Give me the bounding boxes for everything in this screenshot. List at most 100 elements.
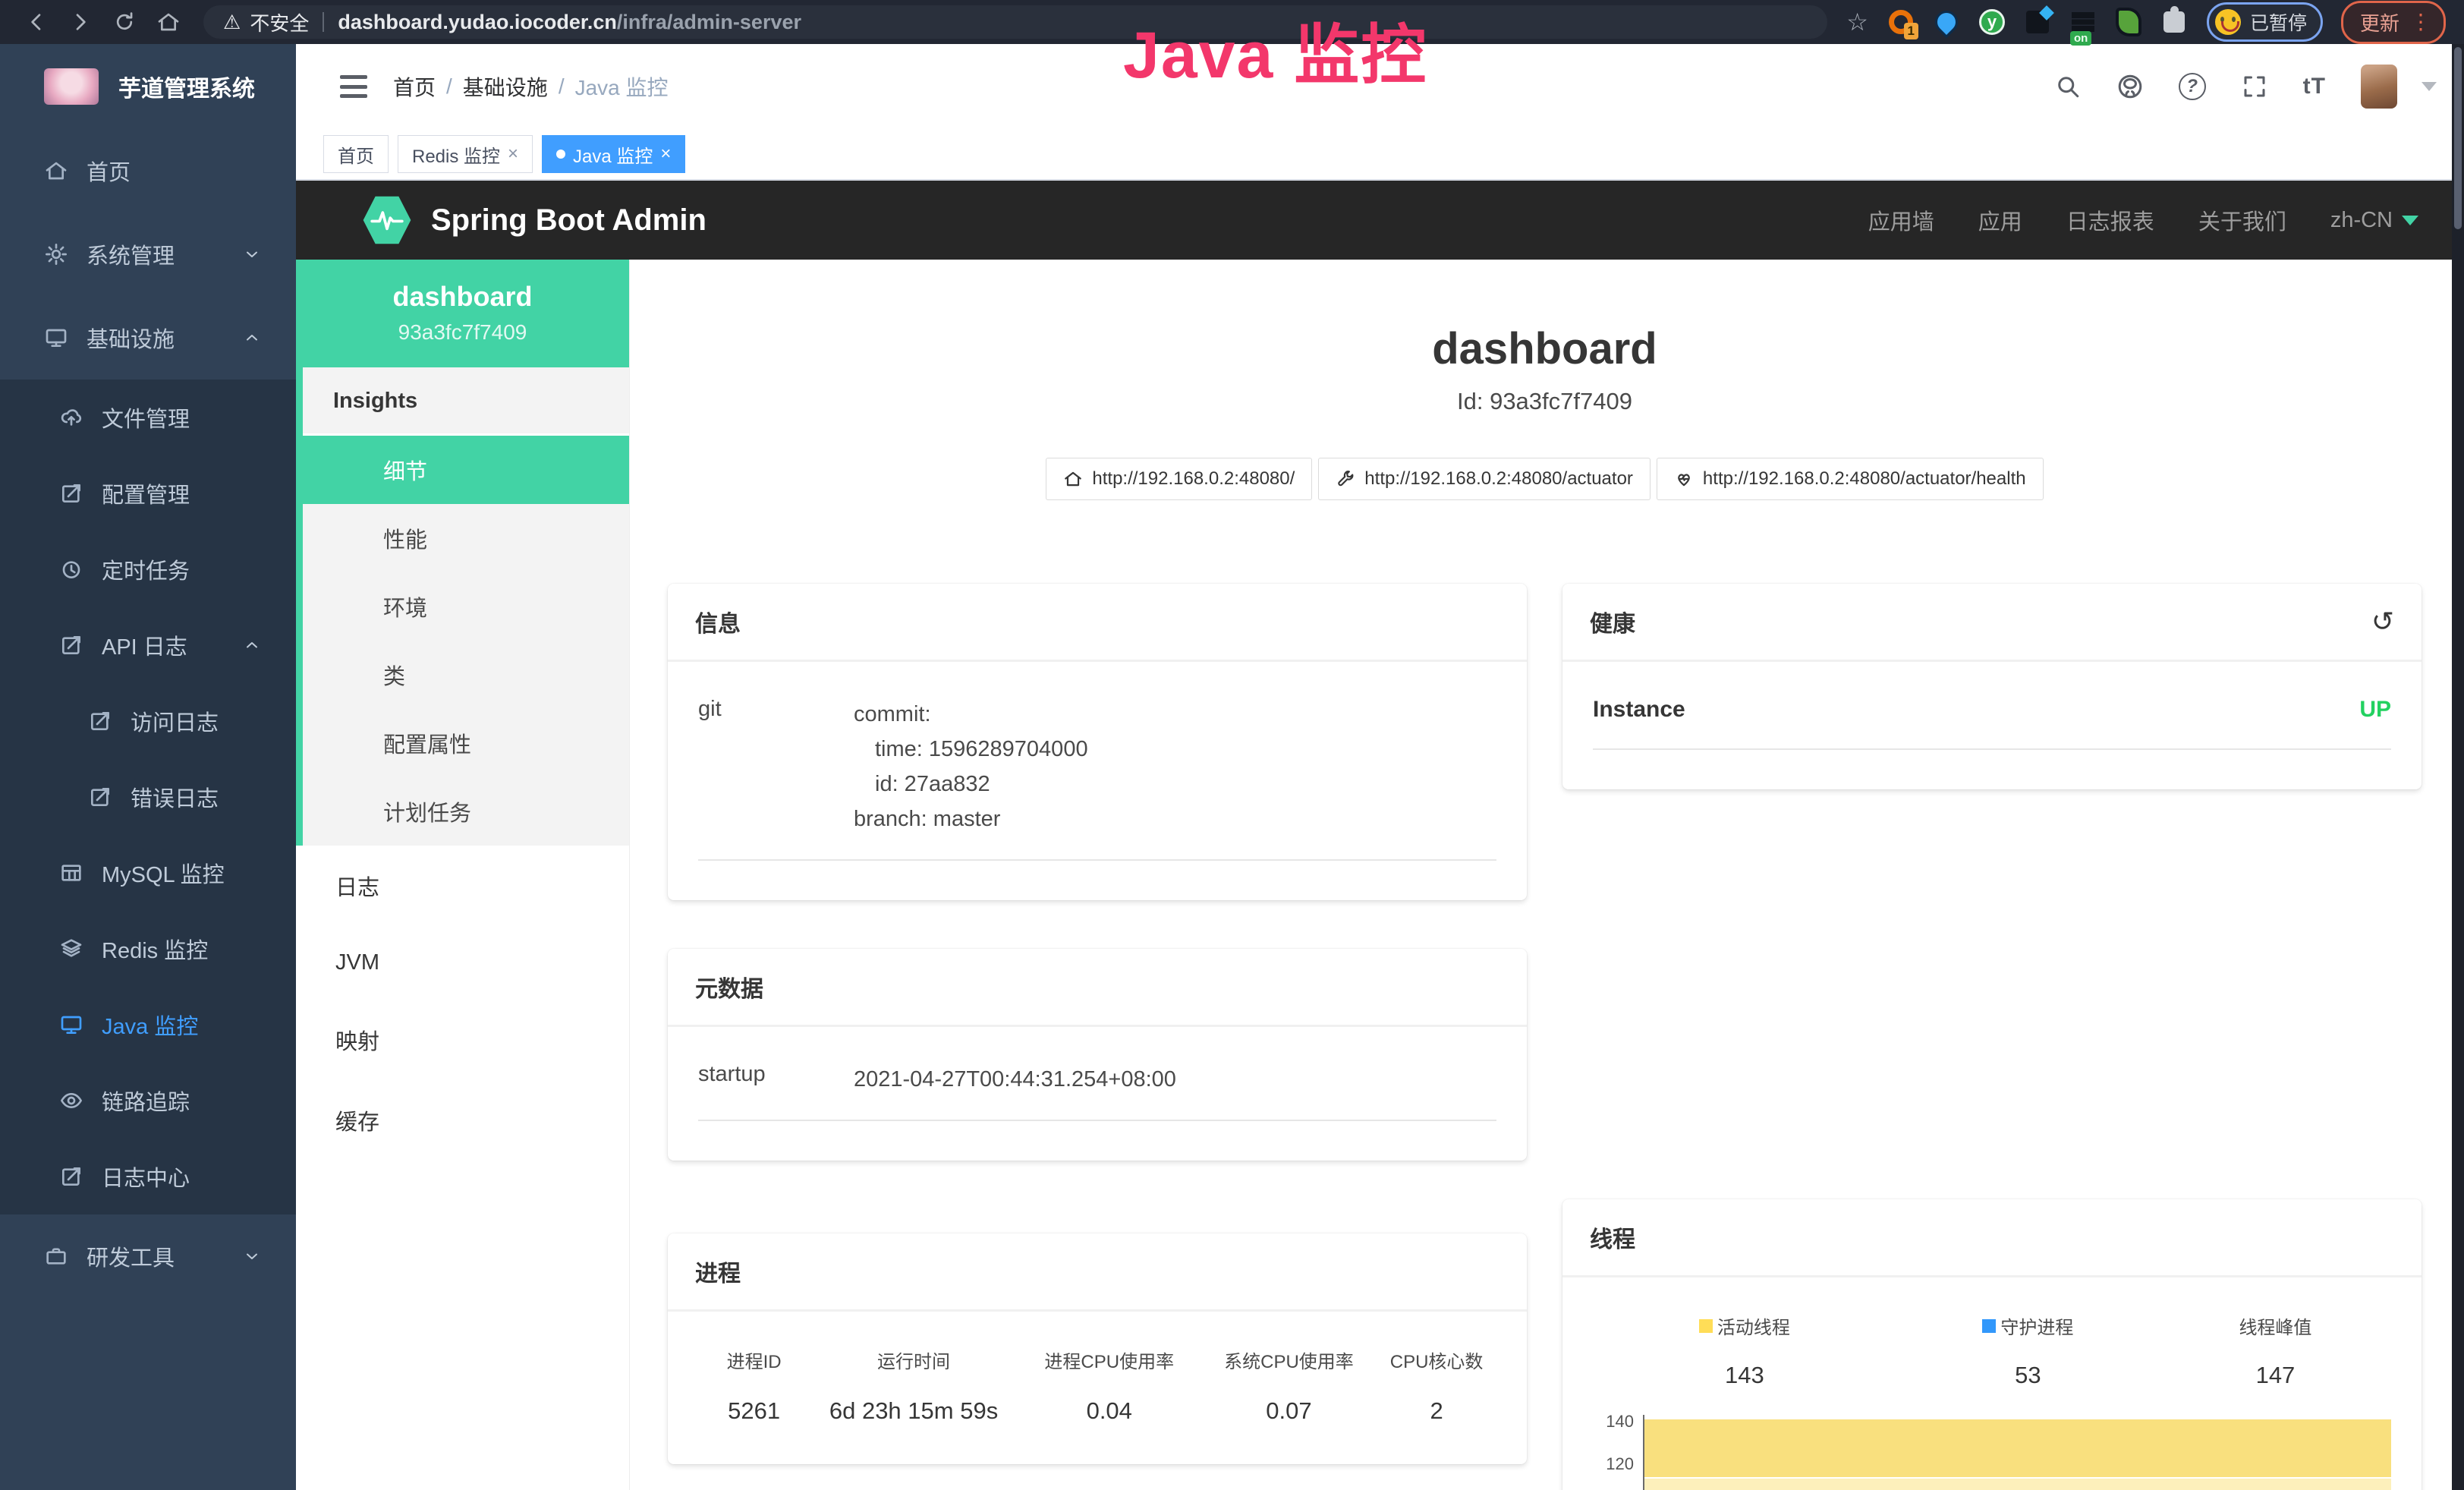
sba-item-details[interactable]: 细节 bbox=[303, 436, 629, 504]
breadcrumb-home[interactable]: 首页 bbox=[393, 71, 436, 102]
sidebar-item-redis-monitor[interactable]: Redis 监控 bbox=[0, 911, 296, 987]
extension-pin-icon[interactable] bbox=[1932, 8, 1961, 36]
system-cpu-usage: 系统CPU使用率 0.07 bbox=[1201, 1347, 1377, 1425]
metadata-card-title: 元数据 bbox=[695, 970, 763, 1003]
tab-redis-monitor[interactable]: Redis 监控 × bbox=[398, 135, 533, 173]
sidebar-item-trace[interactable]: 链路追踪 bbox=[0, 1063, 296, 1139]
sidebar-logo[interactable]: 芋道管理系统 bbox=[0, 44, 296, 129]
history-icon[interactable]: ↺ bbox=[2371, 606, 2394, 638]
sba-item-scheduled-tasks[interactable]: 计划任务 bbox=[303, 777, 629, 846]
edit-icon bbox=[88, 785, 112, 809]
sidebar-item-system-mgmt[interactable]: 系统管理 bbox=[0, 213, 296, 296]
actuator-url-link[interactable]: http://192.168.0.2:48080/actuator bbox=[1318, 458, 1651, 500]
browser-update-button[interactable]: 更新 ⋮ bbox=[2341, 1, 2446, 44]
browser-profile-chip[interactable]: 已暂停 bbox=[2207, 2, 2323, 42]
metadata-card: 元数据 startup 2021-04-27T00:44:31.254+08:0… bbox=[668, 949, 1527, 1161]
service-url-link[interactable]: http://192.168.0.2:48080/ bbox=[1046, 458, 1312, 500]
sba-nav-wallboard[interactable]: 应用墙 bbox=[1868, 204, 1934, 236]
sidebar-item-home[interactable]: 首页 bbox=[0, 129, 296, 213]
tab-home[interactable]: 首页 bbox=[323, 135, 389, 173]
extension-on-badge: on bbox=[2070, 31, 2091, 46]
home-icon bbox=[44, 159, 68, 183]
metadata-startup-value: 2021-04-27T00:44:31.254+08:00 bbox=[854, 1062, 1176, 1097]
sidebar-item-config-mgmt[interactable]: 配置管理 bbox=[0, 455, 296, 531]
browser-reload-icon[interactable] bbox=[112, 10, 137, 34]
user-avatar[interactable] bbox=[2361, 65, 2397, 109]
page-title: dashboard bbox=[668, 323, 2422, 374]
admin-sidebar: 芋道管理系统 首页 系统管理 基础设施 文件管理 bbox=[0, 44, 296, 1490]
browser-forward-icon[interactable] bbox=[68, 10, 93, 34]
sidebar-item-error-log[interactable]: 错误日志 bbox=[0, 759, 296, 835]
omnibox-divider bbox=[323, 12, 324, 32]
cloud-upload-icon bbox=[59, 405, 83, 430]
avatar-caret-icon[interactable] bbox=[2422, 82, 2437, 91]
browser-back-icon[interactable] bbox=[24, 10, 49, 34]
hamburger-icon[interactable] bbox=[340, 75, 367, 98]
not-secure-warning-icon: ⚠ bbox=[223, 11, 241, 34]
sidebar-submenu: 文件管理 配置管理 定时任务 API 日志 访问日志 bbox=[0, 380, 296, 1214]
scrollbar[interactable] bbox=[2452, 44, 2464, 1490]
url-path: /infra/admin-server bbox=[617, 11, 801, 34]
breadcrumb-infrastructure[interactable]: 基础设施 bbox=[463, 71, 548, 102]
sidebar-item-infrastructure[interactable]: 基础设施 bbox=[0, 296, 296, 380]
github-icon[interactable] bbox=[2116, 73, 2144, 100]
info-card-title: 信息 bbox=[695, 605, 741, 638]
logo-avatar bbox=[44, 68, 99, 105]
browser-home-icon[interactable] bbox=[156, 10, 181, 34]
sba-item-logging[interactable]: 日志 bbox=[296, 846, 629, 926]
process-uptime: 运行时间 6d 23h 15m 59s bbox=[810, 1347, 1018, 1425]
search-icon[interactable] bbox=[2054, 73, 2082, 100]
address-bar[interactable]: ⚠ 不安全 dashboard.yudao.iocoder.cn /infra/… bbox=[203, 5, 1827, 39]
sba-item-config-props[interactable]: 配置属性 bbox=[303, 709, 629, 777]
sidebar-item-file-mgmt[interactable]: 文件管理 bbox=[0, 380, 296, 455]
gear-icon bbox=[44, 242, 68, 266]
instance-header[interactable]: dashboard 93a3fc7f7409 bbox=[296, 260, 629, 367]
sba-item-mappings[interactable]: 映射 bbox=[296, 1000, 629, 1080]
sidebar-item-access-log[interactable]: 访问日志 bbox=[0, 683, 296, 759]
fullscreen-icon[interactable] bbox=[2241, 73, 2268, 100]
extension-y-icon[interactable]: y bbox=[1978, 8, 2006, 36]
extension-orange-icon[interactable]: 1 bbox=[1887, 8, 1915, 36]
process-pid: 进程ID 5261 bbox=[698, 1347, 810, 1425]
health-instance-row[interactable]: Instance UP bbox=[1593, 697, 2391, 750]
browser-menu-icon[interactable]: ⋮ bbox=[2410, 11, 2431, 33]
sba-nav-journal[interactable]: 日志报表 bbox=[2066, 204, 2154, 236]
sba-nav-about[interactable]: 关于我们 bbox=[2198, 204, 2286, 236]
extension-list-icon[interactable]: on bbox=[2069, 8, 2097, 36]
extension-leaf-icon[interactable] bbox=[2114, 8, 2143, 36]
sba-section-insights[interactable]: Insights bbox=[303, 367, 629, 436]
update-label: 更新 bbox=[2360, 8, 2399, 36]
sidebar-item-mysql-monitor[interactable]: MySQL 监控 bbox=[0, 835, 296, 911]
sba-item-jvm[interactable]: JVM bbox=[296, 926, 629, 1000]
close-icon[interactable]: × bbox=[660, 143, 671, 165]
extension-puzzle-icon[interactable] bbox=[2160, 8, 2189, 36]
font-size-icon[interactable]: tT bbox=[2303, 74, 2326, 99]
sidebar-item-java-monitor[interactable]: Java 监控 bbox=[0, 987, 296, 1063]
sidebar-item-dev-tools[interactable]: 研发工具 bbox=[0, 1214, 296, 1298]
spring-boot-admin-logo bbox=[363, 194, 411, 246]
active-threads-band-fade bbox=[1644, 1479, 2391, 1490]
sba-nav-applications[interactable]: 应用 bbox=[1978, 204, 2022, 236]
bookmark-star-icon[interactable]: ☆ bbox=[1846, 8, 1868, 36]
instance-name: dashboard bbox=[304, 281, 622, 313]
sba-item-environment[interactable]: 环境 bbox=[303, 572, 629, 641]
chevron-down-icon bbox=[243, 1247, 261, 1265]
sidebar-item-scheduled-jobs[interactable]: 定时任务 bbox=[0, 531, 296, 607]
legend-swatch-daemon bbox=[1982, 1319, 1996, 1333]
sba-item-metrics[interactable]: 性能 bbox=[303, 504, 629, 572]
sba-item-caches[interactable]: 缓存 bbox=[296, 1080, 629, 1161]
close-icon[interactable]: × bbox=[508, 143, 518, 165]
pulse-icon bbox=[369, 207, 405, 233]
browser-toolbar: ⚠ 不安全 dashboard.yudao.iocoder.cn /infra/… bbox=[0, 0, 2464, 44]
scrollbar-thumb[interactable] bbox=[2454, 47, 2462, 229]
health-url-link[interactable]: http://192.168.0.2:48080/actuator/health bbox=[1657, 458, 2044, 500]
extension-grid-icon[interactable] bbox=[2023, 8, 2052, 36]
tab-java-monitor[interactable]: Java 监控 × bbox=[542, 135, 685, 173]
help-icon[interactable]: ? bbox=[2179, 73, 2206, 100]
sba-item-classes[interactable]: 类 bbox=[303, 641, 629, 709]
sidebar-item-api-log[interactable]: API 日志 bbox=[0, 607, 296, 683]
url-host: dashboard.yudao.iocoder.cn bbox=[338, 11, 617, 34]
tags-view-bar: 首页 Redis 监控 × Java 监控 × bbox=[296, 129, 2464, 181]
sidebar-item-log-center[interactable]: 日志中心 bbox=[0, 1139, 296, 1214]
language-selector[interactable]: zh-CN bbox=[2330, 208, 2418, 233]
